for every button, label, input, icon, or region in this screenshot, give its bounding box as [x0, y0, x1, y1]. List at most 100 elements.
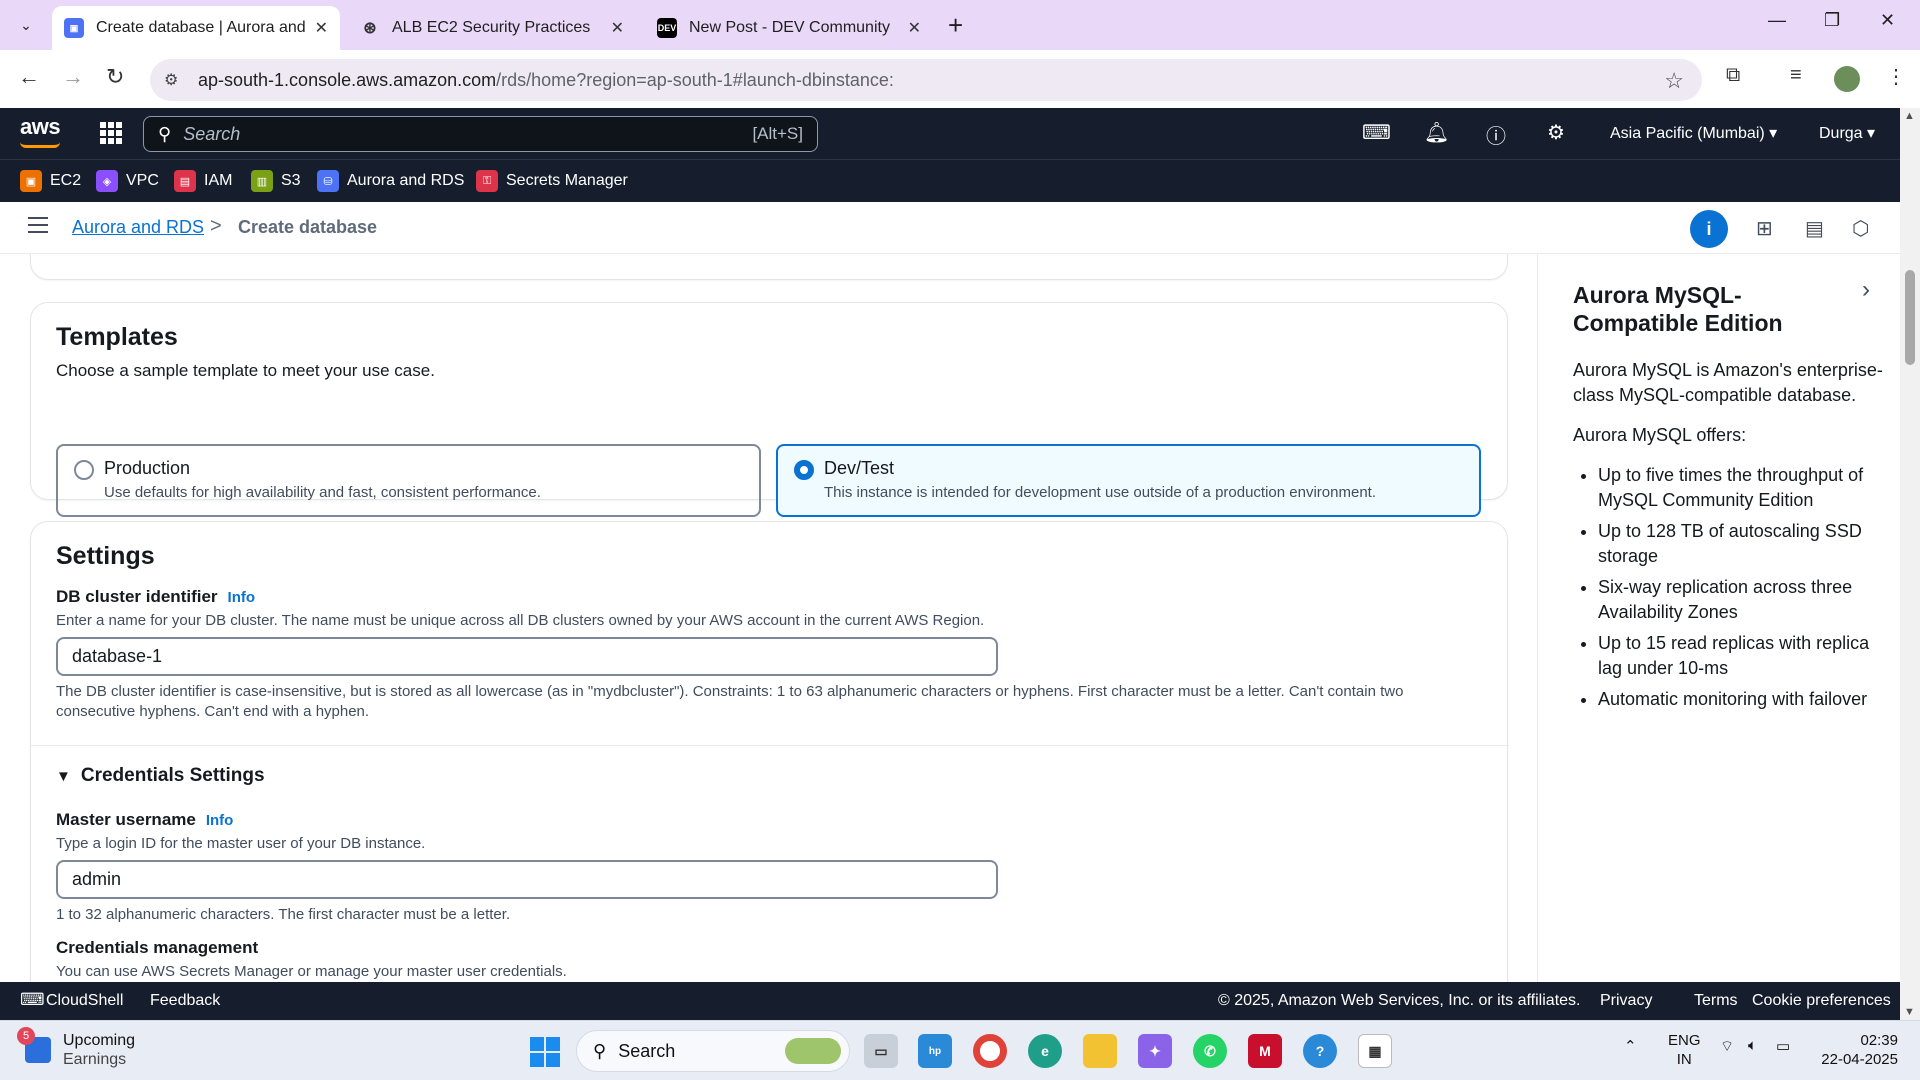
close-tab-icon[interactable]: ✕: [611, 18, 624, 38]
edge-icon[interactable]: e: [1028, 1034, 1062, 1068]
language-indicator[interactable]: ENG IN: [1668, 1031, 1701, 1069]
notification-badge: 5: [17, 1027, 35, 1045]
scroll-up-icon[interactable]: ▲: [1904, 110, 1915, 122]
breadcrumb-separator-icon: >: [210, 215, 222, 237]
wifi-icon[interactable]: ⌔: [1720, 1037, 1734, 1056]
template-production[interactable]: Production Use defaults for high availab…: [56, 444, 761, 517]
fav-aurora-rds[interactable]: ⛁ Aurora and RDS: [317, 170, 464, 192]
task-view-icon[interactable]: ▭: [864, 1034, 898, 1068]
tab-alb-ec2[interactable]: ⊛ ALB EC2 Security Practices ✕: [348, 6, 636, 50]
section-divider: [31, 745, 1509, 746]
fav-iam[interactable]: ▤ IAM: [174, 170, 232, 192]
privacy-link[interactable]: Privacy: [1600, 992, 1652, 1010]
back-arrow-icon[interactable]: ←: [18, 64, 40, 90]
new-tab-button[interactable]: +: [948, 10, 963, 41]
help-icon[interactable]: ⓘ: [1486, 120, 1506, 149]
profile-avatar-icon[interactable]: [1834, 66, 1860, 92]
iam-icon: ▤: [174, 170, 196, 192]
fav-s3[interactable]: ▥ S3: [251, 170, 301, 192]
tray-overflow-icon[interactable]: ⌃: [1624, 1037, 1637, 1055]
tutorial-panel-icon[interactable]: ⊞: [1756, 216, 1773, 241]
system-clock[interactable]: 02:39 22-04-2025: [1818, 1031, 1898, 1069]
address-bar-row: ← → ↻ ⚙ ap-south-1.console.aws.amazon.co…: [0, 50, 1920, 108]
services-grid-icon[interactable]: [100, 122, 122, 144]
notifications-bell-icon[interactable]: 🔔︎: [1424, 120, 1449, 145]
forward-arrow-icon[interactable]: →: [62, 64, 84, 90]
favorites-bar: ▣ EC2 ◈ VPC ▤ IAM ▥ S3 ⛁ Aurora and RDS ⚿ Secr…: [0, 159, 1900, 202]
copilot-icon[interactable]: ✦: [1138, 1034, 1172, 1068]
aws-search-input[interactable]: ⚲ Search [Alt+S]: [143, 116, 818, 152]
nav-menu-icon[interactable]: [28, 217, 48, 238]
region-selector[interactable]: Asia Pacific (Mumbai) ▾: [1610, 123, 1777, 143]
fav-secrets-manager[interactable]: ⚿ Secrets Manager: [476, 170, 628, 192]
settings-gear-icon[interactable]: ⚙: [1547, 120, 1565, 145]
aws-logo[interactable]: aws: [20, 114, 61, 148]
close-window-icon[interactable]: ✕: [1880, 10, 1895, 31]
credentials-expander[interactable]: ▼ Credentials Settings: [56, 765, 265, 787]
tab-dev-community[interactable]: DEV New Post - DEV Community ✕: [645, 6, 933, 50]
close-help-chevron-icon[interactable]: ›: [1862, 276, 1870, 304]
production-radio[interactable]: [74, 460, 94, 480]
breadcrumb-aurora-rds[interactable]: Aurora and RDS: [72, 217, 204, 238]
browser-tab-bar: ⌄ ▣ Create database | Aurora and RDS ✕ ⊛…: [0, 0, 1920, 50]
windows-taskbar: 5 Upcoming Earnings ⚲ Search ▭ hp e ✦ ✆ M…: [0, 1020, 1920, 1080]
cluster-id-label: DB cluster identifier: [56, 587, 218, 606]
taskbar-search[interactable]: ⚲ Search: [576, 1030, 850, 1072]
tab-title: Create database | Aurora and RDS: [96, 19, 307, 36]
mcafee-icon[interactable]: M: [1248, 1034, 1282, 1068]
news-widget-icon: 5: [17, 1027, 51, 1063]
url-text[interactable]: ap-south-1.console.aws.amazon.com/rds/ho…: [198, 70, 894, 91]
aws-console-header: aws ⚲ Search [Alt+S] ⌨ 🔔︎ ⓘ ⚙ Asia Pacif…: [0, 108, 1900, 159]
master-username-label-row: Master username Info: [56, 810, 233, 830]
help-intro: Aurora MySQL is Amazon's enterprise-clas…: [1573, 360, 1883, 405]
media-control-icon[interactable]: ≡: [1790, 64, 1802, 87]
ms-store-icon[interactable]: ▦: [1358, 1034, 1392, 1068]
cluster-id-input[interactable]: database-1: [56, 637, 998, 676]
omnibox[interactable]: ⚙ ap-south-1.console.aws.amazon.com/rds/…: [150, 59, 1702, 101]
cookie-preferences-link[interactable]: Cookie preferences: [1752, 992, 1891, 1010]
search-shortcut: [Alt+S]: [752, 124, 803, 143]
tab-create-database[interactable]: ▣ Create database | Aurora and RDS ✕: [52, 6, 340, 50]
breadcrumb-bar: Aurora and RDS > Create database i ⊞ ▤ ⬡: [0, 202, 1900, 254]
browser-menu-icon[interactable]: ⋮: [1886, 64, 1906, 89]
windows-start-icon[interactable]: [530, 1037, 560, 1067]
close-tab-icon[interactable]: ✕: [908, 18, 921, 38]
template-dev-test[interactable]: Dev/Test This instance is intended for d…: [776, 444, 1481, 517]
file-explorer-icon[interactable]: [1083, 1034, 1117, 1068]
close-tab-icon[interactable]: ✕: [315, 18, 328, 38]
whatsapp-icon[interactable]: ✆: [1193, 1034, 1227, 1068]
cloudshell-icon[interactable]: ⌨: [1362, 120, 1391, 145]
feedback-link[interactable]: Feedback: [150, 992, 220, 1010]
cluster-id-info-link[interactable]: Info: [228, 589, 256, 606]
master-username-info-link[interactable]: Info: [206, 812, 234, 829]
minimize-icon[interactable]: —: [1768, 10, 1786, 31]
scrollbar-thumb[interactable]: [1905, 270, 1915, 365]
site-info-icon[interactable]: ⚙: [164, 70, 186, 90]
cloudshell-footer-icon[interactable]: ⌨: [20, 990, 45, 1010]
weather-widget[interactable]: 5 Upcoming Earnings: [17, 1027, 135, 1069]
restore-icon[interactable]: ❐: [1824, 10, 1840, 31]
volume-icon[interactable]: 🔈︎: [1748, 1037, 1757, 1054]
fav-ec2[interactable]: ▣ EC2: [20, 170, 81, 192]
console-footer: ⌨ CloudShell Feedback © 2025, Amazon Web…: [0, 982, 1900, 1020]
master-username-input[interactable]: admin: [56, 860, 998, 899]
cloudshell-link[interactable]: CloudShell: [46, 992, 123, 1010]
chrome-icon[interactable]: [973, 1034, 1007, 1068]
tab-search-menu-button[interactable]: ⌄: [10, 9, 42, 41]
info-panel-toggle-icon[interactable]: i: [1690, 210, 1728, 248]
extensions-icon[interactable]: ⧉: [1726, 64, 1740, 87]
fav-label: S3: [281, 172, 301, 189]
terms-link[interactable]: Terms: [1694, 992, 1738, 1010]
bookmark-star-icon[interactable]: ☆: [1664, 68, 1684, 94]
page-scrollbar[interactable]: ▲ ▼: [1900, 108, 1920, 1020]
fav-vpc[interactable]: ◈ VPC: [96, 170, 159, 192]
dev-test-radio[interactable]: [794, 460, 814, 480]
notes-panel-icon[interactable]: ▤: [1805, 216, 1824, 241]
account-menu[interactable]: Durga ▾: [1819, 123, 1875, 143]
reload-icon[interactable]: ↻: [106, 64, 124, 90]
help-app-icon[interactable]: ?: [1303, 1034, 1337, 1068]
myhp-icon[interactable]: hp: [918, 1034, 952, 1068]
settings-panel-icon[interactable]: ⬡: [1852, 216, 1869, 241]
battery-icon[interactable]: ▭: [1776, 1037, 1790, 1055]
scroll-down-icon[interactable]: ▼: [1904, 1006, 1915, 1018]
